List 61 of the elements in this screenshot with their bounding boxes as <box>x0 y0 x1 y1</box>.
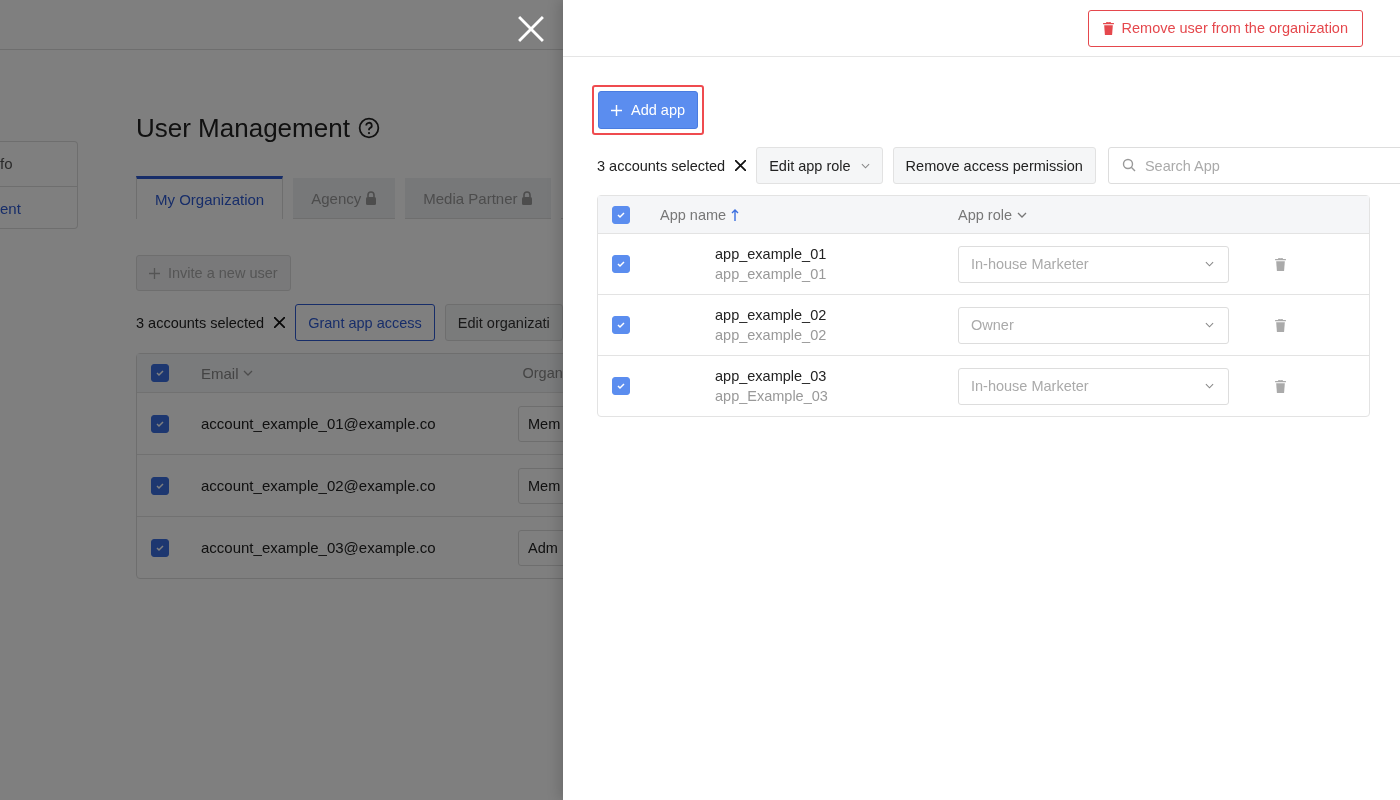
email-cell-text: account_example_03@example.co <box>201 539 437 556</box>
selection-count: 3 accounts selected <box>597 157 726 174</box>
app-name: app_example_02 <box>715 307 828 323</box>
tab[interactable]: My Organization <box>136 176 284 219</box>
chevron-down-icon <box>1205 261 1214 267</box>
sidebar-item[interactable]: ent <box>0 186 77 231</box>
chevron-down-icon <box>1205 383 1214 389</box>
trash-icon[interactable] <box>1275 318 1286 332</box>
check-icon <box>616 320 626 330</box>
trash-icon[interactable] <box>1275 379 1286 393</box>
trash-icon[interactable] <box>1275 257 1286 271</box>
plus-icon <box>611 104 622 116</box>
email-cell-text: account_example_02@example.co <box>201 477 437 494</box>
help-icon[interactable] <box>357 117 380 139</box>
column-header[interactable]: Organ <box>522 365 563 381</box>
app-name: app_example_01 <box>715 246 828 262</box>
check-icon <box>155 368 165 378</box>
row-checkbox[interactable] <box>612 316 630 334</box>
add-app-button[interactable]: Add app <box>598 91 699 129</box>
check-icon <box>155 480 165 491</box>
search-field[interactable]: Search App <box>1107 147 1400 184</box>
remove-user-button[interactable]: Remove user from the organization <box>1087 9 1363 47</box>
role-select[interactable]: In-house Marketer <box>958 245 1229 283</box>
plus-icon <box>149 267 160 279</box>
chevron-down-icon[interactable] <box>242 370 253 376</box>
row-checkbox[interactable] <box>151 538 169 557</box>
role-select[interactable]: Owner <box>958 306 1229 344</box>
row-checkbox[interactable] <box>151 476 169 495</box>
row-checkbox[interactable] <box>151 414 169 433</box>
check-icon <box>155 542 165 553</box>
sort-up-icon[interactable] <box>731 208 740 221</box>
action-button[interactable]: Edit organizati <box>444 304 563 341</box>
select-all-checkbox[interactable] <box>151 364 169 382</box>
action-button[interactable]: Grant app access <box>295 304 435 341</box>
chevron-down-icon <box>860 162 870 169</box>
check-icon <box>616 259 626 269</box>
app-id: app_Example_03 <box>715 388 829 404</box>
app-name: app_example_03 <box>715 368 828 384</box>
action-button[interactable]: Remove access permission <box>892 147 1096 184</box>
check-icon <box>616 381 626 391</box>
app-id: app_example_01 <box>715 266 828 282</box>
chevron-down-icon <box>1205 322 1214 328</box>
column-header[interactable]: Email <box>201 364 239 382</box>
close-icon[interactable] <box>735 160 747 171</box>
trash-icon <box>1102 21 1114 35</box>
check-icon <box>616 209 626 220</box>
email-cell-text: account_example_01@example.co <box>201 415 437 432</box>
row-checkbox[interactable] <box>612 255 630 273</box>
column-header[interactable]: App name <box>660 206 727 223</box>
select-all-checkbox[interactable] <box>612 205 630 224</box>
search-icon <box>1121 158 1136 172</box>
row-checkbox[interactable] <box>612 377 630 395</box>
sidebar-item[interactable]: fo <box>0 142 77 186</box>
chevron-down-icon[interactable] <box>1017 211 1027 218</box>
check-icon <box>155 418 165 429</box>
column-header[interactable]: App role <box>958 206 1012 223</box>
role-select[interactable]: In-house Marketer <box>958 367 1229 405</box>
page-title: User Management <box>136 112 350 144</box>
selection-count: 3 accounts selected <box>136 314 265 331</box>
edit-role-dropdown[interactable]: Edit app role <box>756 147 883 184</box>
app-id: app_example_02 <box>715 327 828 343</box>
